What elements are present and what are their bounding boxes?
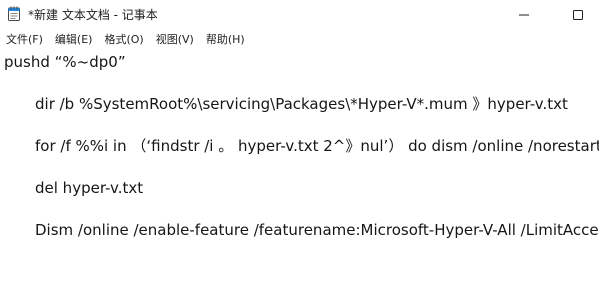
editor-line: pushd “%~dp0” bbox=[4, 53, 126, 71]
notepad-window: *新建 文本文档 - 记事本 文件(F) 编辑(E) 格式(O) 视图(V) 帮… bbox=[0, 0, 599, 300]
notepad-icon bbox=[8, 6, 20, 21]
editor-line: for /f %%i in （‘findstr /i 。 hyper-v.txt… bbox=[35, 137, 599, 155]
editor-line: Dism /online /enable-feature /featurenam… bbox=[35, 221, 599, 239]
title-bar[interactable]: *新建 文本文档 - 记事本 bbox=[0, 0, 599, 30]
menu-help[interactable]: 帮助(H) bbox=[200, 30, 251, 50]
window-title: *新建 文本文档 - 记事本 bbox=[28, 8, 158, 22]
menu-bar: 文件(F) 编辑(E) 格式(O) 视图(V) 帮助(H) bbox=[0, 30, 599, 50]
minimize-icon bbox=[519, 14, 529, 16]
text-editor[interactable]: pushd “%~dp0” dir /b %SystemRoot%\servic… bbox=[0, 50, 599, 300]
maximize-icon bbox=[573, 10, 583, 20]
menu-file[interactable]: 文件(F) bbox=[0, 30, 49, 50]
minimize-button[interactable] bbox=[501, 0, 547, 30]
menu-edit[interactable]: 编辑(E) bbox=[49, 30, 99, 50]
menu-view[interactable]: 视图(V) bbox=[150, 30, 200, 50]
maximize-button[interactable] bbox=[555, 0, 599, 30]
editor-line: del hyper-v.txt bbox=[35, 179, 144, 197]
menu-format[interactable]: 格式(O) bbox=[98, 30, 149, 50]
editor-line: dir /b %SystemRoot%\servicing\Packages\*… bbox=[35, 95, 568, 113]
